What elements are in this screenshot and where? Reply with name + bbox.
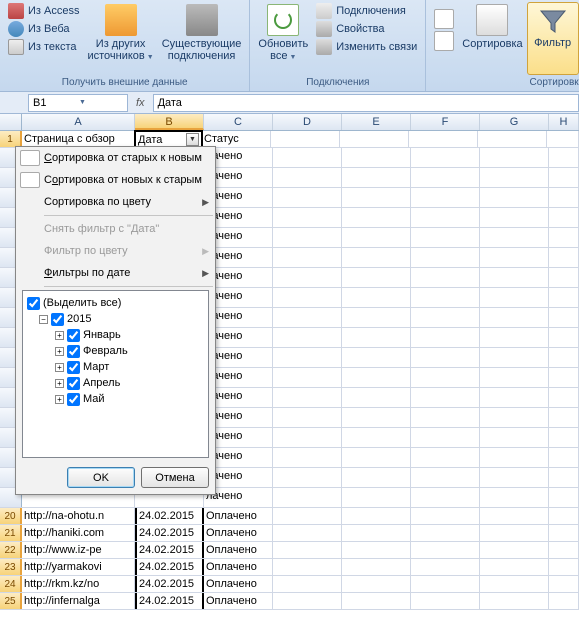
row-header[interactable]: 20 xyxy=(0,508,22,524)
sort-desc-icon xyxy=(20,172,40,188)
col-header-B[interactable]: B xyxy=(135,114,204,130)
row-header[interactable]: 24 xyxy=(0,576,22,592)
formula-input[interactable]: Дата xyxy=(153,94,579,112)
from-web-button[interactable]: Из Веба xyxy=(4,20,83,38)
autofilter-dropdown: Сортировка от старых к новым Сортировка … xyxy=(15,146,216,495)
row-header[interactable]: 1 xyxy=(0,131,22,147)
cell[interactable]: 24.02.2015 xyxy=(135,508,204,524)
cancel-button[interactable]: Отмена xyxy=(141,467,209,488)
ribbon-group-label: Подключения xyxy=(254,75,421,91)
col-header-F[interactable]: F xyxy=(411,114,480,130)
select-all-corner[interactable] xyxy=(0,114,22,130)
sort-desc-button[interactable] xyxy=(430,30,458,52)
sort-oldest-newest[interactable]: Сортировка от старых к новым xyxy=(16,147,215,169)
funnel-icon xyxy=(537,5,569,37)
filter-by-color: Фильтр по цвету▶ xyxy=(16,240,215,262)
cell[interactable]: Оплачено xyxy=(204,559,273,575)
filter-values-tree[interactable]: (Выделить все) −2015 +Январь+Февраль+Мар… xyxy=(22,290,209,458)
collapse-icon[interactable]: − xyxy=(39,315,48,324)
cell[interactable]: Статус xyxy=(202,131,271,147)
sort-by-color[interactable]: Сортировка по цвету▶ xyxy=(16,191,215,213)
edit-links-button[interactable]: Изменить связи xyxy=(312,38,421,56)
existing-connections-button[interactable]: Существующиеподключения xyxy=(158,2,246,75)
month-checkbox[interactable] xyxy=(67,345,80,358)
month-checkbox[interactable] xyxy=(67,329,80,342)
col-header-C[interactable]: C xyxy=(204,114,273,130)
ok-button[interactable]: OK xyxy=(67,467,135,488)
name-box[interactable]: B1▼ xyxy=(28,94,128,112)
date-filters[interactable]: Фильтры по дате▶ xyxy=(16,262,215,284)
column-headers: A B C D E F G H xyxy=(0,114,579,131)
ribbon-group-label: Получить внешние данные xyxy=(4,75,245,91)
expand-icon[interactable]: + xyxy=(55,347,64,356)
cell[interactable]: 24.02.2015 xyxy=(135,542,204,558)
col-header-G[interactable]: G xyxy=(480,114,549,130)
col-header-H[interactable]: H xyxy=(549,114,579,130)
cell[interactable]: 24.02.2015 xyxy=(135,525,204,541)
cell[interactable]: http://rkm.kz/no xyxy=(22,576,135,592)
expand-icon[interactable]: + xyxy=(55,379,64,388)
spreadsheet-grid: A B C D E F G H 1 Страница с обзор Дата▼… xyxy=(0,114,579,610)
connections-button[interactable]: Подключения xyxy=(312,2,421,20)
select-all-checkbox[interactable] xyxy=(27,297,40,310)
cell[interactable]: 24.02.2015 xyxy=(135,576,204,592)
fx-icon[interactable]: fx xyxy=(128,97,153,109)
ribbon-group-label: Сортировк xyxy=(430,75,578,91)
year-checkbox[interactable] xyxy=(51,313,64,326)
expand-icon[interactable]: + xyxy=(55,395,64,404)
expand-icon[interactable]: + xyxy=(55,331,64,340)
formula-bar: B1▼ fx Дата xyxy=(0,92,579,114)
cell[interactable]: http://na-ohotu.n xyxy=(22,508,135,524)
col-header-D[interactable]: D xyxy=(273,114,342,130)
sort-button[interactable]: Сортировка xyxy=(458,2,526,75)
col-header-A[interactable]: A xyxy=(22,114,135,130)
sort-asc-button[interactable] xyxy=(430,8,458,30)
properties-button[interactable]: Свойства xyxy=(312,20,421,38)
cell[interactable]: Оплачено xyxy=(204,593,273,609)
expand-icon[interactable]: + xyxy=(55,363,64,372)
from-other-sources-button[interactable]: Из другихисточников▼ xyxy=(83,2,157,75)
month-checkbox[interactable] xyxy=(67,361,80,374)
from-access-button[interactable]: Из Access xyxy=(4,2,83,20)
row-header[interactable]: 22 xyxy=(0,542,22,558)
cell[interactable]: Оплачено xyxy=(204,576,273,592)
row-header[interactable]: 21 xyxy=(0,525,22,541)
cell[interactable]: http://yarmakovi xyxy=(22,559,135,575)
cell[interactable]: http://infernalga xyxy=(22,593,135,609)
month-checkbox[interactable] xyxy=(67,393,80,406)
cell[interactable]: Оплачено xyxy=(204,508,273,524)
row-header[interactable]: 25 xyxy=(0,593,22,609)
cell[interactable]: Оплачено xyxy=(204,525,273,541)
refresh-all-button[interactable]: Обновитьвсе▼ xyxy=(254,2,312,75)
sort-newest-oldest[interactable]: Сортировка от новых к старым xyxy=(16,169,215,191)
col-header-E[interactable]: E xyxy=(342,114,411,130)
from-text-button[interactable]: Из текста xyxy=(4,38,83,56)
filter-dropdown-icon[interactable]: ▼ xyxy=(186,133,199,146)
cell[interactable]: 24.02.2015 xyxy=(135,593,204,609)
clear-filter: Снять фильтр с "Дата" xyxy=(16,218,215,240)
cell[interactable]: Оплачено xyxy=(204,542,273,558)
cell[interactable]: Страница с обзор xyxy=(22,131,135,147)
month-checkbox[interactable] xyxy=(67,377,80,390)
ribbon: Из Access Из Веба Из текста Из другихист… xyxy=(0,0,579,92)
cell[interactable]: 24.02.2015 xyxy=(135,559,204,575)
sort-asc-icon xyxy=(20,150,40,166)
row-header[interactable]: 23 xyxy=(0,559,22,575)
cell[interactable]: http://www.iz-pe xyxy=(22,542,135,558)
filter-button[interactable]: Фильтр xyxy=(527,2,579,75)
cell[interactable]: http://haniki.com xyxy=(22,525,135,541)
